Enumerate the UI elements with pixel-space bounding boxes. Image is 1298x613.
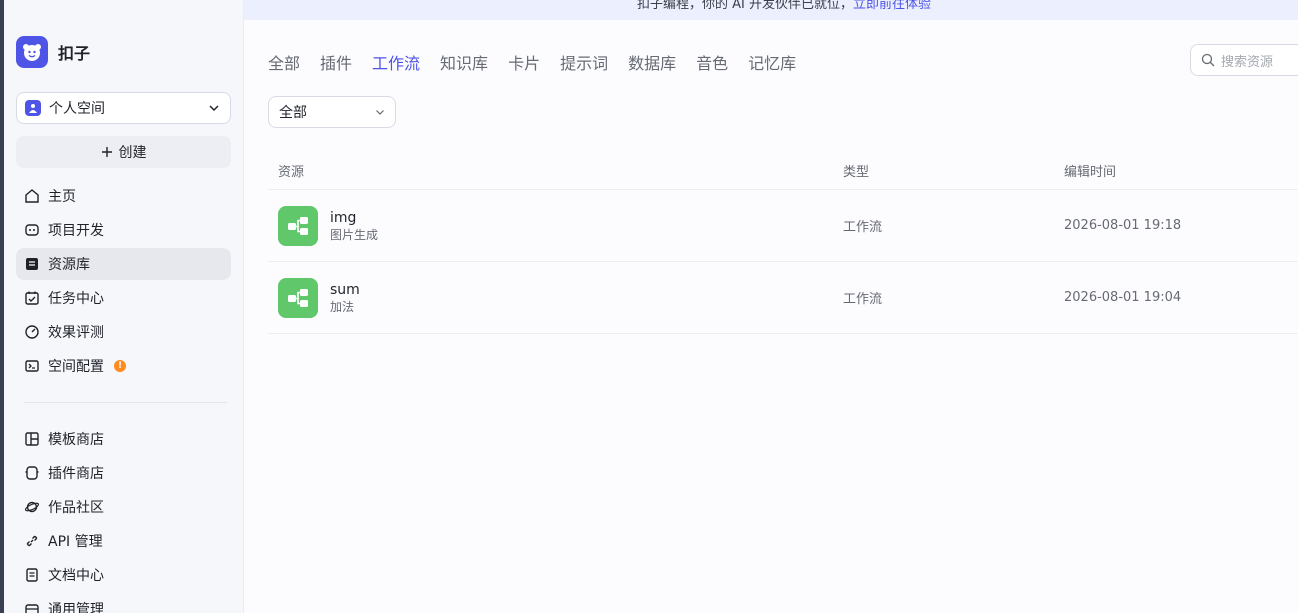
banner-link[interactable]: 立即前往体验	[853, 0, 931, 12]
table-row[interactable]: sum 加法 工作流 2026-08-01 19:04	[268, 262, 1298, 334]
sidebar-item-general-admin[interactable]: 通用管理	[16, 593, 231, 613]
table-row[interactable]: img 图片生成 工作流 2026-08-01 19:18	[268, 190, 1298, 262]
template-icon	[25, 432, 39, 446]
tab-voices[interactable]: 音色	[696, 50, 728, 74]
resource-edit-time: 2026-08-01 19:04	[1064, 290, 1182, 305]
coze-logo-icon	[16, 36, 48, 68]
box-icon	[25, 604, 39, 613]
sidebar-item-home[interactable]: 主页	[16, 180, 231, 212]
sidebar-item-community[interactable]: 作品社区	[16, 491, 231, 523]
gauge-icon	[25, 325, 39, 339]
resource-name: sum	[330, 281, 360, 298]
sidebar-item-label: 资源库	[48, 257, 90, 273]
sidebar-item-label: 插件商店	[48, 466, 104, 482]
resource-type: 工作流	[843, 220, 883, 235]
create-button[interactable]: 创建	[16, 136, 231, 168]
workflow-icon	[278, 277, 318, 318]
home-icon	[25, 189, 39, 203]
header-resource: 资源	[278, 165, 305, 180]
sidebar-item-label: 任务中心	[48, 291, 104, 307]
sidebar-item-template-store[interactable]: 模板商店	[16, 423, 231, 455]
sidebar-item-plugin-store[interactable]: 插件商店	[16, 457, 231, 489]
sidebar-item-label: 项目开发	[48, 223, 104, 239]
sidebar-item-label: 模板商店	[48, 432, 104, 448]
brand[interactable]: 扣子	[16, 36, 90, 68]
doc-icon	[26, 568, 38, 582]
planet-icon	[24, 501, 40, 513]
main-content: 全部 插件 工作流 知识库 卡片 提示词 数据库 音色 记忆库 搜索资源 全部 …	[244, 20, 1298, 613]
create-label: 创建	[118, 145, 147, 161]
library-icon	[26, 258, 38, 270]
sidebar-item-evaluation[interactable]: 效果评测	[16, 316, 231, 348]
tab-plugins[interactable]: 插件	[320, 50, 352, 74]
sidebar-item-label: 效果评测	[48, 325, 104, 341]
sidebar-item-label: 空间配置	[48, 359, 104, 375]
nav-secondary: 模板商店 插件商店 作品社区 API 管理 文档中心 通用管理	[16, 423, 231, 613]
task-icon	[25, 291, 39, 305]
header-time: 编辑时间	[1064, 165, 1117, 180]
search-box[interactable]: 搜索资源	[1190, 44, 1298, 76]
sidebar: 扣子 个人空间 创建 主页 项目开发 资源库 任务中心 效果评测 空间配置 ! …	[4, 0, 244, 613]
resource-edit-time: 2026-08-01 19:18	[1064, 218, 1182, 233]
banner-text: 扣子编程，你的 AI 开发伙伴已就位，	[637, 0, 853, 12]
sidebar-item-label: 通用管理	[48, 602, 104, 613]
project-icon	[25, 224, 39, 236]
warning-badge: !	[114, 360, 126, 372]
sidebar-item-label: 作品社区	[48, 500, 104, 516]
resource-type: 工作流	[843, 292, 883, 307]
plus-icon	[101, 147, 112, 157]
terminal-icon	[25, 360, 39, 372]
tab-prompts[interactable]: 提示词	[560, 50, 608, 74]
table-header: 资源 类型 编辑时间	[268, 152, 1298, 190]
brand-name: 扣子	[58, 44, 91, 63]
header-type: 类型	[843, 165, 870, 180]
tab-memory[interactable]: 记忆库	[748, 50, 796, 74]
tab-knowledge[interactable]: 知识库	[440, 50, 488, 74]
resource-description: 加法	[330, 299, 355, 314]
sidebar-item-label: 文档中心	[48, 568, 104, 584]
workflow-icon	[278, 205, 318, 246]
plugin-icon	[25, 466, 39, 480]
sidebar-item-library[interactable]: 资源库	[16, 248, 231, 280]
sidebar-item-docs[interactable]: 文档中心	[16, 559, 231, 591]
tab-all[interactable]: 全部	[268, 50, 300, 74]
type-filter-select[interactable]: 全部	[268, 96, 396, 128]
sidebar-item-tasks[interactable]: 任务中心	[16, 282, 231, 314]
sidebar-divider	[24, 402, 227, 403]
sidebar-item-projects[interactable]: 项目开发	[16, 214, 231, 246]
tab-cards[interactable]: 卡片	[508, 50, 540, 74]
user-icon	[25, 100, 41, 116]
resource-name: img	[330, 209, 357, 226]
filter-value: 全部	[279, 105, 307, 121]
announcement-banner: 扣子编程，你的 AI 开发伙伴已就位，立即前往体验	[244, 0, 1298, 20]
resource-tabs: 全部 插件 工作流 知识库 卡片 提示词 数据库 音色 记忆库	[268, 50, 796, 74]
tab-workflows[interactable]: 工作流	[372, 50, 420, 74]
resource-table: 资源 类型 编辑时间 img 图片生成 工作流 2026-08-01 19:18	[268, 152, 1298, 334]
sidebar-item-label: 主页	[48, 189, 76, 205]
search-placeholder: 搜索资源	[1221, 54, 1274, 70]
chevron-down-icon	[209, 105, 219, 112]
space-label: 个人空间	[49, 101, 105, 117]
chevron-down-icon	[376, 110, 384, 115]
sidebar-item-space-config[interactable]: 空间配置 !	[16, 350, 231, 382]
tab-databases[interactable]: 数据库	[628, 50, 676, 74]
space-selector[interactable]: 个人空间	[16, 92, 231, 124]
search-icon	[1201, 53, 1215, 67]
resource-description: 图片生成	[330, 227, 379, 242]
sidebar-item-label: API 管理	[48, 534, 103, 550]
nav-primary: 主页 项目开发 资源库 任务中心 效果评测 空间配置 !	[16, 180, 231, 384]
link-icon	[26, 535, 38, 547]
sidebar-item-api[interactable]: API 管理	[16, 525, 231, 557]
